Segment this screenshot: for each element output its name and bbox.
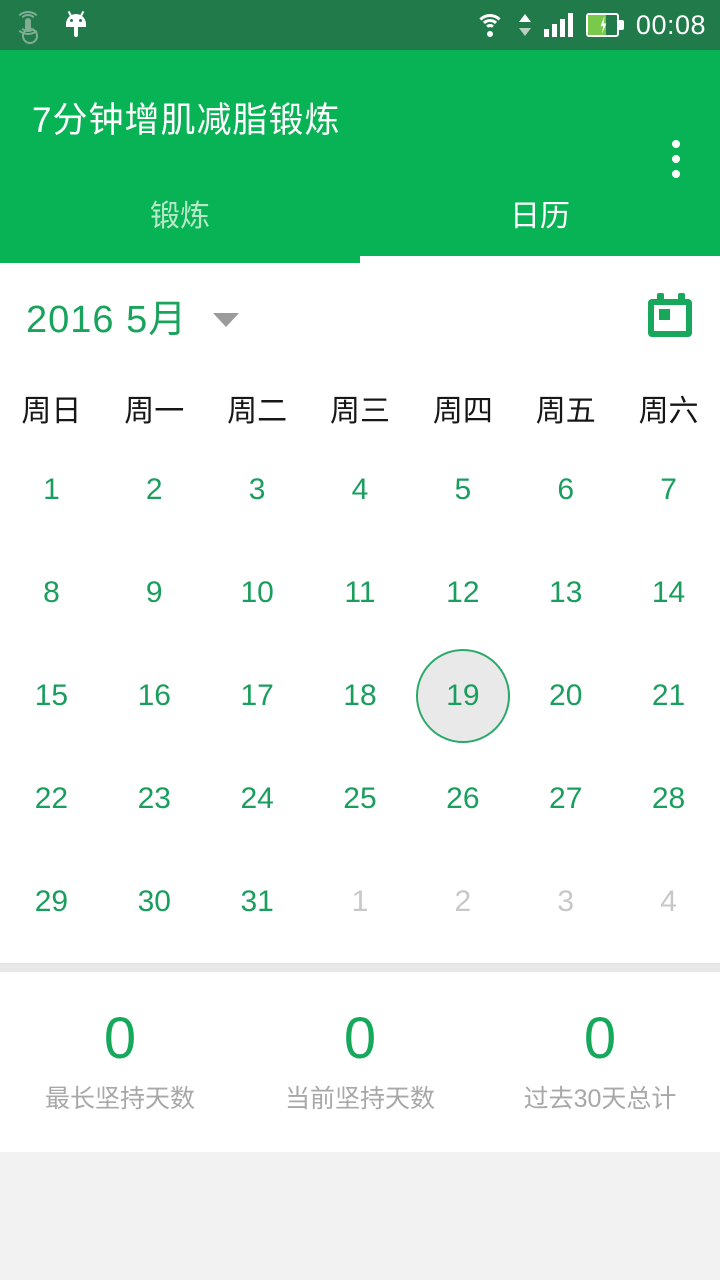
calendar-day[interactable]: 14 bbox=[617, 541, 720, 644]
month-label[interactable]: 2016 5月 bbox=[26, 288, 187, 343]
calendar-day[interactable]: 31 bbox=[206, 850, 309, 953]
calendar-day[interactable]: 17 bbox=[206, 644, 309, 747]
weekday-label: 周五 bbox=[535, 395, 596, 428]
calendar-day[interactable]: 4 bbox=[309, 438, 412, 541]
calendar-day-outside[interactable]: 2 bbox=[411, 850, 514, 953]
tab-calendar[interactable]: 日历 bbox=[360, 163, 720, 263]
stat-current-streak: 0 当前坚持天数 bbox=[240, 1005, 480, 1116]
calendar-day[interactable]: 11 bbox=[309, 541, 412, 644]
app-root: 00:08 7分钟增肌减脂锻炼 锻炼 日历 2016 5月 周日 周一 周二 周… bbox=[0, 0, 720, 1280]
calendar-day[interactable]: 24 bbox=[206, 747, 309, 850]
weekday-label: 周六 bbox=[638, 395, 699, 428]
weekday-header: 周日 周一 周二 周三 周四 周五 周六 bbox=[0, 368, 720, 438]
calendar-day[interactable]: 30 bbox=[103, 850, 206, 953]
calendar-day[interactable]: 28 bbox=[617, 747, 720, 850]
calendar-day[interactable]: 15 bbox=[0, 644, 103, 747]
data-arrows-icon bbox=[518, 12, 532, 38]
stats-card: 0 最长坚持天数 0 当前坚持天数 0 过去30天总计 bbox=[0, 972, 720, 1152]
calendar-day[interactable]: 5 bbox=[411, 438, 514, 541]
calendar-day-outside[interactable]: 1 bbox=[309, 850, 412, 953]
android-icon bbox=[64, 10, 88, 38]
calendar-day[interactable]: 3 bbox=[206, 438, 309, 541]
stat-label: 当前坚持天数 bbox=[284, 1085, 435, 1114]
calendar-day[interactable]: 6 bbox=[514, 438, 617, 541]
calendar-day[interactable]: 1 bbox=[0, 438, 103, 541]
calendar-day-outside[interactable]: 4 bbox=[617, 850, 720, 953]
page-background bbox=[0, 1152, 720, 1262]
weekday-label: 周四 bbox=[432, 395, 493, 428]
hotspot-icon bbox=[14, 11, 42, 44]
stat-value: 0 bbox=[343, 1005, 377, 1071]
calendar-day[interactable]: 13 bbox=[514, 541, 617, 644]
calendar-day[interactable]: 23 bbox=[103, 747, 206, 850]
wifi-icon bbox=[473, 12, 507, 38]
tab-workout[interactable]: 锻炼 bbox=[0, 163, 360, 263]
section-divider bbox=[0, 963, 720, 972]
signal-icon bbox=[543, 13, 574, 37]
calendar-header: 2016 5月 bbox=[0, 263, 720, 368]
weekday-label: 周三 bbox=[329, 395, 390, 428]
stat-last-30-days: 0 过去30天总计 bbox=[480, 1005, 720, 1116]
calendar-day[interactable]: 2 bbox=[103, 438, 206, 541]
status-bar: 00:08 bbox=[0, 0, 720, 50]
weekday-label: 周日 bbox=[21, 395, 82, 428]
calendar-day[interactable]: 7 bbox=[617, 438, 720, 541]
calendar-day[interactable]: 16 bbox=[103, 644, 206, 747]
calendar-day[interactable]: 21 bbox=[617, 644, 720, 747]
app-bar: 7分钟增肌减脂锻炼 锻炼 日历 bbox=[0, 50, 720, 263]
stat-value: 0 bbox=[583, 1005, 617, 1071]
calendar-day[interactable]: 8 bbox=[0, 541, 103, 644]
stat-longest-streak: 0 最长坚持天数 bbox=[0, 1005, 240, 1116]
calendar-day[interactable]: 29 bbox=[0, 850, 103, 953]
calendar-day-outside[interactable]: 3 bbox=[514, 850, 617, 953]
status-bar-clock: 00:08 bbox=[635, 9, 706, 40]
chevron-down-icon[interactable] bbox=[213, 312, 240, 327]
calendar-card: 2016 5月 周日 周一 周二 周三 周四 周五 周六 1 2 3 4 5 6 7 8 9 10… bbox=[0, 263, 720, 963]
page-title: 7分钟增肌减脂锻炼 bbox=[32, 101, 341, 140]
calendar-day[interactable]: 25 bbox=[309, 747, 412, 850]
tab-bar: 锻炼 日历 bbox=[0, 163, 720, 263]
stat-label: 过去30天总计 bbox=[523, 1085, 677, 1114]
weekday-label: 周一 bbox=[124, 395, 185, 428]
stat-label: 最长坚持天数 bbox=[44, 1085, 195, 1114]
weekday-label: 周二 bbox=[227, 395, 288, 428]
calendar-day[interactable]: 18 bbox=[309, 644, 412, 747]
status-bar-left-icons bbox=[14, 10, 88, 44]
calendar-day[interactable]: 9 bbox=[103, 541, 206, 644]
calendar-day[interactable]: 19 bbox=[411, 644, 514, 747]
calendar-day-selected[interactable]: 19 bbox=[415, 648, 510, 743]
calendar-day[interactable]: 12 bbox=[411, 541, 514, 644]
calendar-day[interactable]: 22 bbox=[0, 747, 103, 850]
battery-charging-icon bbox=[585, 13, 624, 37]
calendar-icon[interactable] bbox=[648, 292, 694, 339]
calendar-day[interactable]: 26 bbox=[411, 747, 514, 850]
stat-value: 0 bbox=[103, 1005, 137, 1071]
calendar-day[interactable]: 10 bbox=[206, 541, 309, 644]
calendar-day-grid: 1 2 3 4 5 6 7 8 9 10 11 12 13 14 15 16 17 18 19 20 21 22 23 24 2… bbox=[0, 438, 720, 953]
status-bar-right-icons: 00:08 bbox=[473, 10, 706, 41]
calendar-day[interactable]: 27 bbox=[514, 747, 617, 850]
calendar-day[interactable]: 20 bbox=[514, 644, 617, 747]
